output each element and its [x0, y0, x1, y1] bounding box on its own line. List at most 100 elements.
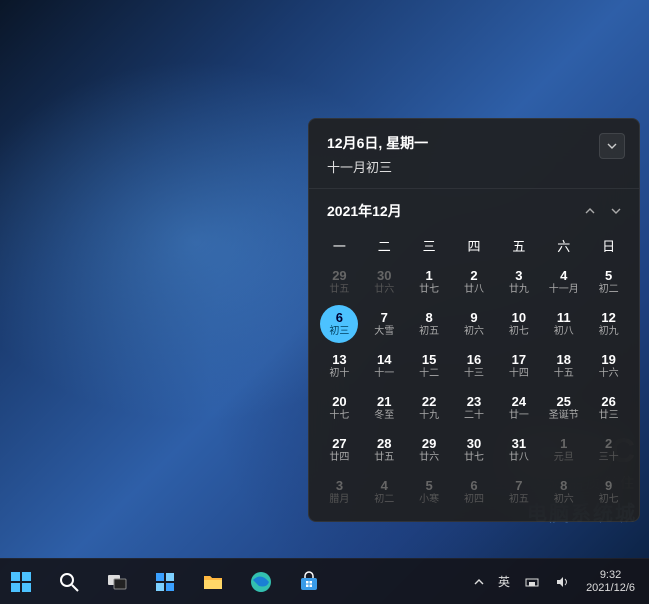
calendar-day-lunar: 圣诞节 [549, 410, 579, 421]
calendar-day[interactable]: 4初二 [362, 471, 407, 513]
prev-month-button[interactable] [585, 207, 595, 215]
calendar-flyout: 12月6日, 星期一 十一月初三 2021年12月 一二三四五六日 29廿五30… [308, 118, 640, 522]
calendar-month-row: 2021年12月 [309, 189, 639, 229]
calendar-nav [585, 207, 621, 215]
start-button[interactable] [0, 562, 42, 602]
calendar-day-number: 18 [556, 353, 570, 367]
tray-overflow-button[interactable] [468, 562, 490, 602]
calendar-day[interactable]: 18十五 [541, 345, 586, 387]
calendar-day[interactable]: 27廿四 [317, 429, 362, 471]
calendar-day-number: 12 [601, 311, 615, 325]
calendar-header: 12月6日, 星期一 十一月初三 [309, 119, 639, 189]
calendar-day[interactable]: 6初四 [452, 471, 497, 513]
search-button[interactable] [48, 562, 90, 602]
widgets-button[interactable] [144, 562, 186, 602]
calendar-day[interactable]: 29廿六 [407, 429, 452, 471]
calendar-day[interactable]: 20十七 [317, 387, 362, 429]
calendar-day[interactable]: 8初五 [407, 303, 452, 345]
calendar-day-lunar: 三十 [599, 452, 619, 463]
calendar-day-number: 22 [422, 395, 436, 409]
calendar-day-lunar: 二十 [464, 410, 484, 421]
calendar-day-number: 7 [515, 479, 522, 493]
calendar-day-number: 17 [512, 353, 526, 367]
taskbar-clock[interactable]: 9:32 2021/12/6 [578, 562, 643, 602]
calendar-day[interactable]: 31廿八 [496, 429, 541, 471]
calendar-day[interactable]: 4十一月 [541, 261, 586, 303]
clock-time: 9:32 [600, 569, 621, 582]
calendar-day[interactable]: 5小寒 [407, 471, 452, 513]
calendar-day[interactable]: 12初九 [586, 303, 631, 345]
chevron-up-icon [474, 577, 484, 587]
calendar-day-number: 26 [601, 395, 615, 409]
calendar-day-lunar: 廿一 [509, 410, 529, 421]
calendar-day-lunar: 十六 [599, 368, 619, 379]
calendar-day-number: 19 [601, 353, 615, 367]
calendar-date-today[interactable]: 12月6日, 星期一 [327, 133, 621, 153]
calendar-week-row: 20十七21冬至22十九23二十24廿一25圣诞节26廿三 [317, 387, 631, 429]
calendar-day[interactable]: 5初二 [586, 261, 631, 303]
calendar-day[interactable]: 7大雪 [362, 303, 407, 345]
calendar-day[interactable]: 8初六 [541, 471, 586, 513]
calendar-day-lunar: 腊月 [329, 494, 349, 505]
calendar-day[interactable]: 9初六 [452, 303, 497, 345]
calendar-day[interactable]: 7初五 [496, 471, 541, 513]
calendar-day-lunar: 十四 [509, 368, 529, 379]
calendar-day-number: 2 [605, 437, 612, 451]
calendar-day[interactable]: 24廿一 [496, 387, 541, 429]
edge-button[interactable] [240, 562, 282, 602]
calendar-day-lunar: 十一月 [549, 284, 579, 295]
calendar-day[interactable]: 16十三 [452, 345, 497, 387]
search-icon [57, 570, 81, 594]
calendar-day[interactable]: 17十四 [496, 345, 541, 387]
calendar-day-lunar: 初五 [419, 326, 439, 337]
calendar-day[interactable]: 30廿六 [362, 261, 407, 303]
calendar-day-number: 30 [467, 437, 481, 451]
calendar-day-number: 6 [470, 479, 477, 493]
system-tray: 英 9:32 2021/12/6 [468, 559, 643, 604]
calendar-day[interactable]: 13初十 [317, 345, 362, 387]
task-view-button[interactable] [96, 562, 138, 602]
calendar-day-selected[interactable]: 6初三 [320, 305, 358, 343]
calendar-dow-cell: 二 [362, 229, 407, 261]
calendar-day[interactable]: 29廿五 [317, 261, 362, 303]
ethernet-icon [524, 574, 540, 590]
task-view-icon [105, 570, 129, 594]
calendar-day[interactable]: 25圣诞节 [541, 387, 586, 429]
calendar-day[interactable]: 1元旦 [541, 429, 586, 471]
calendar-day[interactable]: 10初七 [496, 303, 541, 345]
calendar-grid: 一二三四五六日 29廿五30廿六1廿七2廿八3廿九4十一月5初二6初三7大雪8初… [309, 229, 639, 521]
calendar-day[interactable]: 19十六 [586, 345, 631, 387]
calendar-day[interactable]: 3腊月 [317, 471, 362, 513]
calendar-day[interactable]: 15十二 [407, 345, 452, 387]
calendar-day-number: 16 [467, 353, 481, 367]
calendar-day-number: 4 [560, 269, 567, 283]
calendar-day[interactable]: 26廿三 [586, 387, 631, 429]
calendar-day[interactable]: 2廿八 [452, 261, 497, 303]
calendar-dow-row: 一二三四五六日 [317, 229, 631, 261]
calendar-day[interactable]: 1廿七 [407, 261, 452, 303]
calendar-day[interactable]: 30廿七 [452, 429, 497, 471]
volume-icon[interactable] [548, 562, 576, 602]
calendar-day[interactable]: 21冬至 [362, 387, 407, 429]
ime-indicator[interactable]: 英 [492, 562, 516, 602]
collapse-button[interactable] [599, 133, 625, 159]
calendar-dow-cell: 日 [586, 229, 631, 261]
calendar-day[interactable]: 3廿九 [496, 261, 541, 303]
calendar-day[interactable]: 2三十 [586, 429, 631, 471]
calendar-day[interactable]: 11初八 [541, 303, 586, 345]
calendar-day-lunar: 廿六 [419, 452, 439, 463]
calendar-day[interactable]: 23二十 [452, 387, 497, 429]
next-month-button[interactable] [611, 207, 621, 215]
calendar-day[interactable]: 14十一 [362, 345, 407, 387]
file-explorer-button[interactable] [192, 562, 234, 602]
calendar-month-label[interactable]: 2021年12月 [327, 201, 402, 221]
clock-date: 2021/12/6 [586, 582, 635, 595]
calendar-day[interactable]: 22十九 [407, 387, 452, 429]
calendar-day-number: 3 [515, 269, 522, 283]
network-icon[interactable] [518, 562, 546, 602]
calendar-day-lunar: 十二 [419, 368, 439, 379]
calendar-day-number: 11 [557, 311, 571, 325]
calendar-day[interactable]: 28廿五 [362, 429, 407, 471]
calendar-day[interactable]: 9初七 [586, 471, 631, 513]
store-button[interactable] [288, 562, 330, 602]
